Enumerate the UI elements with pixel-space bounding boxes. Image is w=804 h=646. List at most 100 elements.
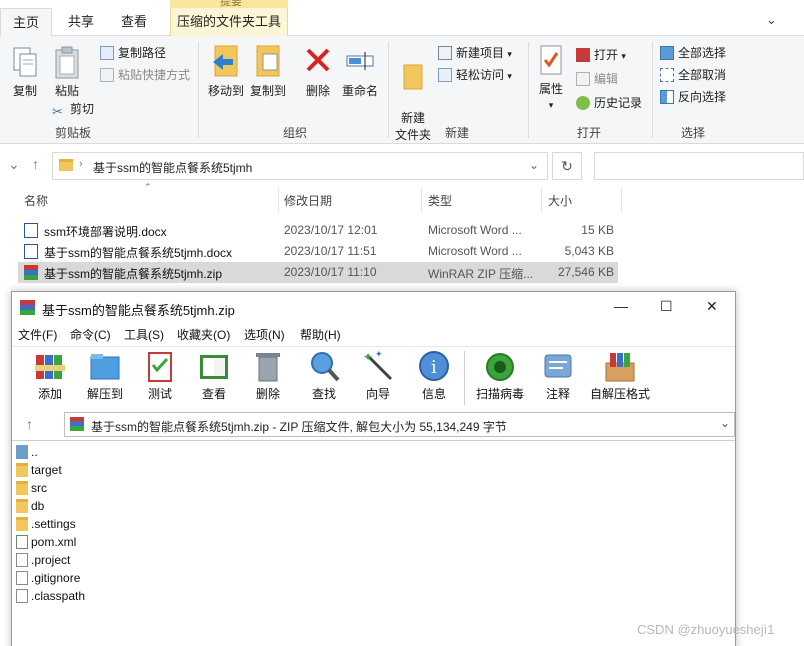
menu-tools[interactable]: 工具(S) [124, 326, 164, 343]
minimize-button[interactable]: — [614, 298, 628, 314]
archive-file-list: .. target src db .settings pom.xml .proj… [12, 440, 735, 646]
extract-to-label: 解压到 [86, 387, 123, 401]
find-button[interactable]: 查找 [304, 349, 344, 402]
tab-view[interactable]: 查看 [110, 8, 158, 36]
chevron-down-icon[interactable]: ⌄ [529, 158, 539, 172]
winrar-app-icon [20, 300, 35, 315]
easy-access-button[interactable]: 轻松访问 ▾ [438, 66, 512, 83]
move-to-button[interactable]: 移动到 [206, 44, 246, 99]
clipboard-group-label: 剪贴板 [54, 126, 91, 140]
item-name: .. [31, 445, 38, 459]
winrar-titlebar: 基于ssm的智能点餐系统5tjmh.zip — ☐ ✕ [12, 292, 735, 322]
item-name: .project [31, 553, 71, 567]
paste-button[interactable]: 粘贴 [50, 46, 84, 99]
column-header-date[interactable]: 修改日期 [284, 192, 332, 209]
open-button[interactable]: 打开 ▾ [576, 46, 626, 63]
column-header-name[interactable]: 名称 [24, 192, 48, 209]
wizard-button[interactable]: ✦ ✦ 向导 [358, 349, 398, 402]
cut-button[interactable]: ✂ 剪切 [52, 100, 94, 119]
menu-commands[interactable]: 命令(C) [70, 326, 111, 343]
folder-icon [16, 517, 28, 531]
menu-favorites[interactable]: 收藏夹(O) [177, 326, 230, 343]
xml-file-icon [16, 535, 28, 549]
delete-button[interactable]: 删除 [300, 44, 336, 99]
file-type: Microsoft Word ... [428, 244, 522, 258]
up-arrow-icon[interactable]: ↑ [26, 416, 33, 432]
copy-label: 复制 [12, 84, 37, 98]
extract-folder-icon [90, 354, 120, 380]
tab-compressed-folder-tools[interactable]: 压缩的文件夹工具 [170, 8, 288, 36]
comment-button[interactable]: 注释 [538, 349, 578, 402]
new-item-label: 新建项目 [456, 46, 505, 60]
sort-ascending-icon: ⌃ [144, 182, 152, 192]
scan-virus-button[interactable]: 扫描病毒 [474, 349, 526, 402]
winrar-open-icon [576, 48, 590, 62]
word-doc-icon [24, 244, 38, 259]
sfx-label: 自解压格式 [589, 387, 650, 401]
copy-path-button[interactable]: 复制路径 [100, 44, 166, 61]
svg-text:i: i [431, 357, 437, 378]
select-all-button[interactable]: 全部选择 [660, 44, 726, 61]
menu-options[interactable]: 选项(N) [244, 326, 285, 343]
dropdown-arrow-icon: ▾ [548, 100, 554, 110]
winrar-path-combobox[interactable]: 基于ssm的智能点餐系统5tjmh.zip - ZIP 压缩文件, 解包大小为 … [64, 412, 735, 437]
dropdown-recent-icon[interactable]: ⌄ [8, 156, 20, 173]
view-button[interactable]: 查看 [194, 349, 234, 402]
new-group-label: 新建 [444, 126, 469, 140]
column-divider [621, 188, 622, 212]
clipboard-icon [55, 46, 79, 79]
copy-to-button[interactable]: 复制到 [248, 44, 288, 99]
item-name: src [31, 481, 47, 495]
column-divider [541, 188, 542, 212]
test-label: 测试 [147, 387, 172, 401]
properties-button[interactable]: 属性 ▾ [534, 44, 568, 111]
select-none-button[interactable]: 全部取消 [660, 66, 726, 83]
dropdown-arrow-icon: ▾ [507, 49, 512, 59]
history-button[interactable]: 历史记录 [576, 94, 642, 111]
add-books-icon [35, 355, 65, 379]
refresh-button[interactable]: ↻ [552, 152, 582, 180]
delete-archive-button[interactable]: 删除 [248, 349, 288, 402]
properties-icon [540, 45, 562, 75]
copy-button[interactable]: 复制 [8, 46, 42, 99]
file-row[interactable]: ssm环境部署说明.docx 2023/10/17 12:01 Microsof… [18, 220, 618, 241]
extract-to-button[interactable]: 解压到 [84, 349, 126, 402]
up-arrow-icon[interactable]: ↑ [32, 156, 39, 172]
easy-access-label: 轻松访问 [456, 68, 505, 82]
ribbon-separator [528, 42, 529, 138]
test-button[interactable]: 测试 [140, 349, 180, 402]
new-item-button[interactable]: 新建项目 ▾ [438, 44, 512, 61]
column-header-size[interactable]: 大小 [548, 192, 572, 209]
winrar-address-row: ↑ 基于ssm的智能点餐系统5tjmh.zip - ZIP 压缩文件, 解包大小… [12, 410, 735, 438]
chevron-down-icon[interactable]: ⌄ [720, 416, 730, 430]
edit-button[interactable]: 编辑 [576, 70, 618, 87]
winrar-title: 基于ssm的智能点餐系统5tjmh.zip [42, 303, 235, 318]
winrar-menubar: 文件(F) 命令(C) 工具(S) 收藏夹(O) 选项(N) 帮助(H) [12, 323, 735, 345]
paste-shortcut-button[interactable]: 粘贴快捷方式 [100, 66, 190, 83]
address-bar[interactable]: › 基于ssm的智能点餐系统5tjmh ⌄ [52, 152, 548, 180]
invert-selection-button[interactable]: 反向选择 [660, 88, 726, 105]
invert-selection-icon [660, 90, 674, 104]
add-button[interactable]: 添加 [30, 349, 70, 402]
file-name: ssm环境部署说明.docx [44, 225, 167, 239]
cut-label: 剪切 [70, 102, 95, 116]
search-input[interactable] [594, 152, 804, 180]
ribbon-collapse-icon[interactable]: ⌄ [766, 12, 777, 28]
item-name: target [31, 463, 62, 477]
close-button[interactable]: ✕ [706, 298, 718, 315]
tab-share[interactable]: 共享 [56, 8, 106, 36]
menu-help[interactable]: 帮助(H) [300, 326, 341, 343]
view-book-icon [200, 355, 228, 379]
folder-icon [16, 463, 28, 477]
archive-path-text: 基于ssm的智能点餐系统5tjmh.zip - ZIP 压缩文件, 解包大小为 … [91, 420, 507, 434]
maximize-button[interactable]: ☐ [660, 298, 673, 315]
file-row[interactable]: 基于ssm的智能点餐系统5tjmh.docx 2023/10/17 11:51 … [18, 241, 618, 262]
tab-home[interactable]: 主页 [0, 8, 52, 37]
info-button[interactable]: i 信息 [414, 349, 454, 402]
copy-path-label: 复制路径 [118, 46, 167, 60]
menu-file[interactable]: 文件(F) [18, 326, 57, 343]
column-header-type[interactable]: 类型 [428, 192, 452, 209]
rename-button[interactable]: 重命名 [340, 44, 380, 99]
file-row-selected[interactable]: 基于ssm的智能点餐系统5tjmh.zip 2023/10/17 11:10 W… [18, 262, 618, 283]
sfx-button[interactable]: 自解压格式 [588, 349, 652, 402]
